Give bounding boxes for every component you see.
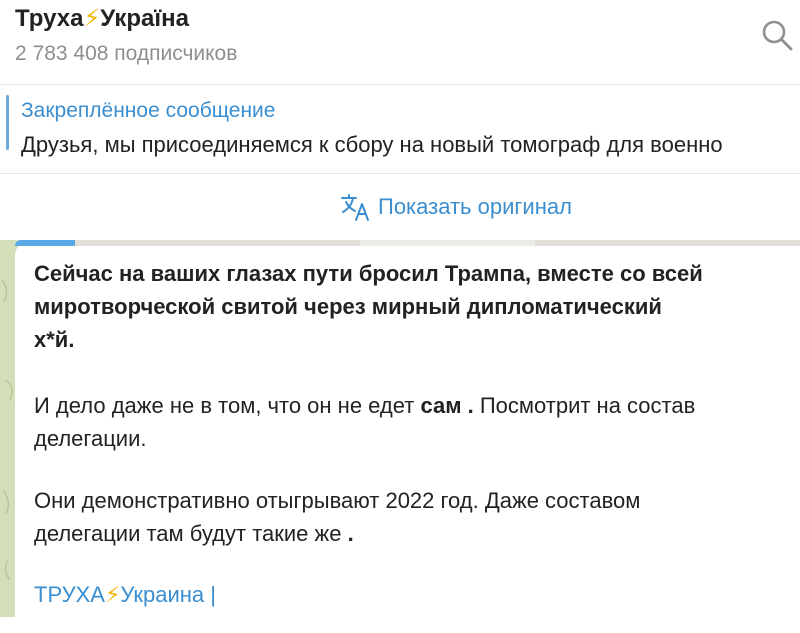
pinned-message[interactable]: Закреплённое сообщение Друзья, мы присое… <box>0 85 800 174</box>
message-text: Посмотрит на состав <box>473 393 696 418</box>
message-line: Сейчас на ваших глазах пути бросил Трамп… <box>34 261 703 286</box>
channel-header[interactable]: Труха⚡Україна 2 783 408 подписчиков <box>0 0 800 85</box>
pinned-indicator <box>6 95 9 150</box>
message-line: И дело даже не в том, что он не едет сам… <box>34 389 794 422</box>
show-original-label: Показать оригинал <box>378 194 572 219</box>
pinned-text: Друзья, мы присоединяемся к сбору на нов… <box>21 132 723 157</box>
translate-icon <box>341 194 369 221</box>
channel-title-name: Труха <box>15 5 84 32</box>
media-preview-strip <box>15 240 800 246</box>
pinned-title: Закреплённое сообщение <box>21 99 276 122</box>
media-progress <box>15 240 75 246</box>
media-highlight <box>360 240 535 246</box>
subscriber-count: 2 783 408 подписчиков <box>15 42 238 65</box>
channel-link-text: ТРУХА <box>34 582 105 607</box>
message-line: х*й. <box>34 327 75 352</box>
message-line: миротворческой свитой через мирный дипло… <box>34 294 662 319</box>
lightning-emoji: ⚡ <box>104 582 121 607</box>
search-icon[interactable] <box>760 18 794 52</box>
message-line: Они демонстративно отыгрывают 2022 год. … <box>34 488 641 513</box>
message-bold-text: сам . <box>420 393 474 418</box>
translate-bar: Показать оригинал <box>0 174 800 240</box>
channel-title-suffix: Україна <box>100 5 189 32</box>
message-bold-text: . <box>347 521 354 546</box>
channel-link-suffix: Украина | <box>120 582 216 607</box>
message-text: делегации там будут такие же <box>34 521 348 546</box>
message-text: И дело даже не в том, что он не едет <box>34 393 421 418</box>
message-line: делегации. <box>34 426 147 451</box>
message-line: делегации там будут такие же . <box>34 517 794 550</box>
show-original-button[interactable]: Показать оригинал <box>340 192 572 222</box>
channel-link[interactable]: ТРУХА⚡Украина | <box>34 582 216 608</box>
lightning-emoji: ⚡ <box>83 5 101 32</box>
channel-title: Труха⚡Україна <box>15 4 189 33</box>
